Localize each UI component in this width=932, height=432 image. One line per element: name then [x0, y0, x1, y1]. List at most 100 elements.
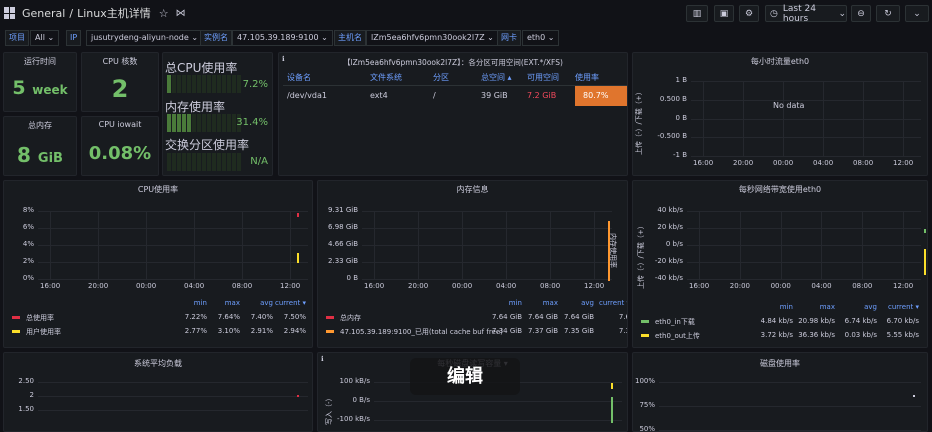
variables-bar: 项目 All ⌄ IP jusutrydeng-aliyun-node ⌄ 实例… — [0, 28, 932, 48]
time-range-picker[interactable]: ◷ Last 24 hours ⌄ — [765, 4, 847, 24]
x-tick-label: 00:00 — [773, 159, 794, 167]
legend-value: 7.6 — [618, 313, 627, 321]
grid-line — [821, 211, 823, 279]
disk-space-table-panel[interactable]: ℹ 【lZm5ea6hfv6pmn30ook2l7Z】：各分区可用空间(EXT.… — [278, 52, 628, 176]
y-tick-label: 2.33 GiB — [328, 257, 358, 265]
table-cell: / — [433, 91, 436, 101]
zoom-out-icon[interactable]: ⊖ — [851, 5, 871, 22]
refresh-icon[interactable]: ↻ — [876, 5, 900, 22]
cpu-usage-panel[interactable]: CPU使用率 8% 6% 4% 2% 0% 16:00 20:00 00:00 04:00 08:… — [3, 180, 313, 348]
variable-label-instance: 实例名 — [200, 30, 232, 46]
grid-line — [691, 81, 921, 82]
series-line-segment — [297, 395, 299, 397]
grid-line — [362, 262, 612, 263]
grid-line — [38, 245, 308, 246]
panel-title: 每小时流量eth0 — [750, 57, 810, 66]
chevron-down-icon: ⌄ — [838, 8, 846, 19]
y-tick-label: 4.66 GiB — [328, 240, 358, 248]
total-memory-panel[interactable]: 总内存 8 GiB — [3, 116, 77, 176]
legend-value: 7.22% — [184, 313, 207, 321]
bargauge-value: 7.2% — [242, 79, 268, 90]
x-tick-label: 00:00 — [770, 282, 791, 290]
tv-mode-icon[interactable]: ⌄ — [905, 5, 929, 22]
legend-value: 2.77% — [184, 327, 207, 335]
bargauge-segment — [212, 153, 216, 171]
y-tick-label: 1.50 — [18, 405, 34, 413]
edit-overlay-badge[interactable]: 编辑 — [410, 358, 520, 395]
disk-usage-panel[interactable]: 磁盘使用率 100% 75% 50% — [632, 352, 928, 432]
breadcrumb-root[interactable]: General — [22, 7, 65, 20]
hourly-traffic-panel[interactable]: 每小时流量eth0 1 B 0.500 B 0 B -0.500 B -1 B 16:00… — [632, 52, 928, 176]
cpu-iowait-panel[interactable]: CPU iowait 0.08% — [81, 116, 159, 176]
y-tick-label: 8% — [22, 206, 34, 214]
add-panel-icon[interactable]: ▥ — [686, 5, 708, 22]
series-line-segment — [297, 253, 299, 263]
share-icon[interactable]: ⋈ — [176, 8, 186, 19]
variable-select-nic[interactable]: eth0 ⌄ — [522, 30, 560, 46]
column-header[interactable]: 分区 — [433, 71, 481, 86]
variable-label-project: 项目 — [5, 30, 29, 46]
y-tick-label: 0% — [22, 274, 34, 282]
column-header[interactable]: 可用空间 — [527, 71, 575, 86]
save-icon[interactable]: ▣ — [714, 5, 734, 22]
bargauge-segment — [197, 153, 201, 171]
dashboard-title[interactable]: Linux主机详情 — [77, 5, 151, 21]
legend-color-swatch — [641, 334, 649, 337]
memory-info-panel[interactable]: 内存信息 9.31 GiB 6.98 GiB 4.66 GiB 2.33 GiB 0 B… — [317, 180, 628, 348]
variable-value: eth0 — [527, 33, 546, 42]
x-tick-label: 12:00 — [893, 282, 914, 290]
series-line-segment — [913, 395, 915, 397]
uptime-panel[interactable]: 运行时间 5 week — [3, 52, 77, 112]
variable-value: 47.105.39.189:9100 — [237, 33, 319, 42]
grid-line — [687, 211, 921, 212]
x-tick-label: 16:00 — [689, 282, 710, 290]
table-cell: /dev/vda1 — [287, 91, 327, 101]
grid-line — [687, 262, 921, 263]
grid-line — [659, 430, 921, 431]
stat-unit: week — [32, 83, 68, 97]
usage-bargauge-panel[interactable]: 总CPU使用率 7.2% 内存使用率 31.4% 交换分区使用率 N/A — [162, 52, 273, 176]
bargauge-segment — [212, 114, 216, 132]
settings-gear-icon[interactable]: ⚙ — [739, 5, 759, 22]
column-header[interactable]: 总空间 ▴ — [481, 71, 527, 86]
legend-color-swatch — [12, 330, 20, 333]
network-bandwidth-panel[interactable]: 每秒网络带宽使用eth0 40 kb/s 20 kb/s 0 b/s -20 kb/s… — [632, 180, 928, 348]
grid-line — [691, 156, 921, 157]
system-load-panel[interactable]: 系统平均负载 2.50 2 1.50 — [3, 352, 313, 432]
grid-line — [659, 382, 921, 383]
grid-line — [691, 118, 921, 120]
grid-line — [50, 211, 51, 279]
x-tick-label: 08:00 — [853, 159, 874, 167]
bargauge-segment — [187, 75, 191, 93]
dashboards-grid-icon[interactable] — [4, 7, 16, 19]
bargauge-segment — [207, 114, 211, 132]
bargauge-segment — [187, 153, 191, 171]
stat-unit: GiB — [37, 151, 63, 166]
legend-value: 4.84 kb/s — [760, 317, 793, 325]
cpu-cores-panel[interactable]: CPU 核数 2 — [81, 52, 159, 112]
y-tick-label: 6% — [22, 223, 34, 231]
star-icon[interactable]: ☆ — [159, 7, 169, 20]
column-header[interactable]: 设备名 — [283, 71, 370, 86]
variable-select-project[interactable]: All ⌄ — [30, 30, 60, 46]
column-header[interactable]: 使用率 — [575, 71, 627, 86]
variable-label-ip: IP — [66, 30, 82, 46]
variable-select-ip[interactable]: jusutrydeng-aliyun-node ⌄ — [86, 30, 204, 46]
bargauge-segment — [202, 153, 206, 171]
variable-select-instance[interactable]: 47.105.39.189:9100 ⌄ — [232, 30, 333, 46]
legend-value: 7.35 GiB — [564, 327, 594, 335]
variable-select-hostname[interactable]: lZm5ea6hfv6pmn30ook2l7Z ⌄ — [366, 30, 499, 46]
bargauge-segment — [217, 75, 221, 93]
legend-column-header: min — [779, 303, 793, 311]
column-header[interactable]: 文件系统 — [370, 71, 433, 86]
y-tick-label: 6.98 GiB — [328, 223, 358, 231]
legend-color-swatch — [326, 330, 334, 333]
panel-title: CPU iowait — [98, 120, 142, 129]
bargauge-segment — [177, 75, 181, 93]
series-line-segment — [924, 229, 926, 233]
grid-line — [687, 245, 921, 246]
grid-line — [903, 81, 904, 156]
bargauge-label: 交换分区使用率 — [165, 138, 250, 152]
y-tick-label: 1 B — [675, 76, 687, 84]
legend-series-name: eth0_in下载 — [655, 318, 695, 326]
